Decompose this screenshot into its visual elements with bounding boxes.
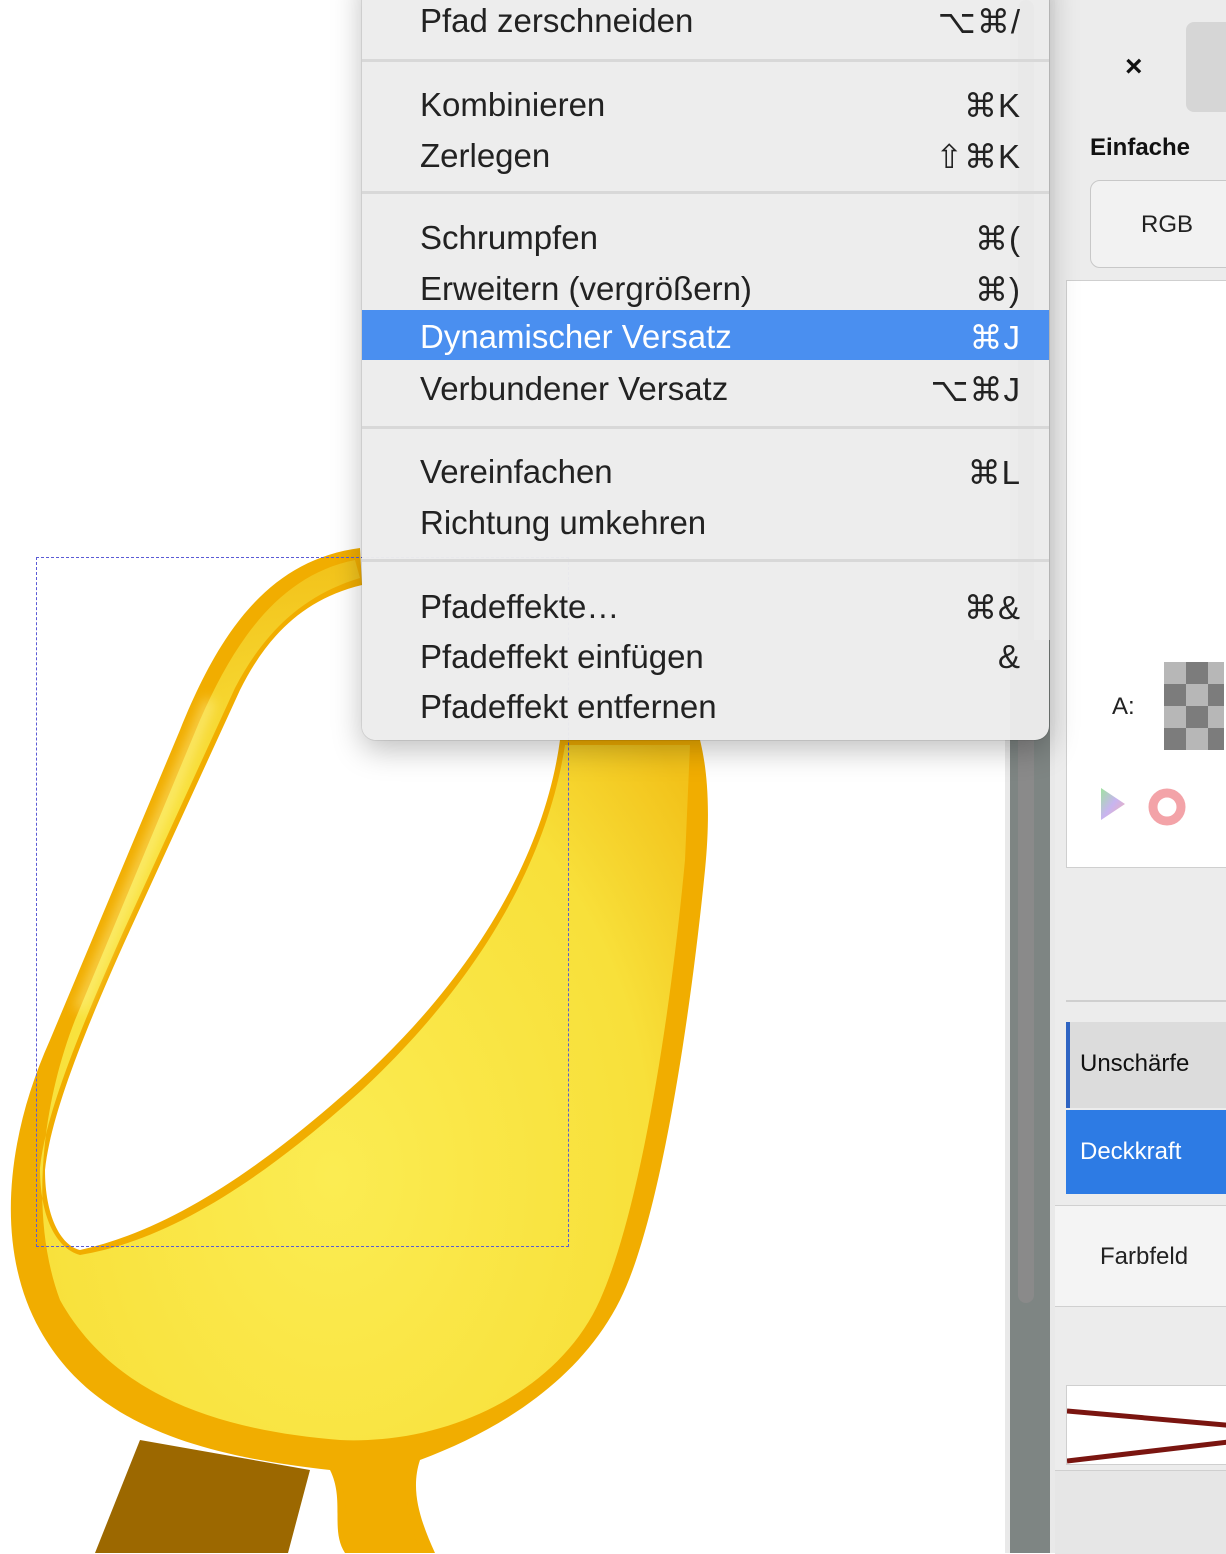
menu-item-label: Pfadeffekt entfernen	[420, 688, 717, 725]
menu-separator	[362, 59, 1049, 62]
dock-bottom-strip	[1055, 1470, 1226, 1554]
menu-item-reverse[interactable]: Richtung umkehren	[362, 496, 1049, 546]
menu-item-shortcut: ⌥⌘/	[937, 3, 1021, 40]
menu-item-shortcut: ⌘L	[967, 454, 1021, 491]
rgb-tab[interactable]: RGB	[1090, 180, 1226, 268]
menu-item-label: Kombinieren	[420, 86, 606, 123]
menu-item-combine[interactable]: Kombinieren ⌘K	[362, 78, 1049, 128]
menu-item-shortcut: ⌘K	[963, 87, 1021, 124]
close-icon[interactable]: ×	[1125, 50, 1143, 84]
menu-item-remove-path-effect[interactable]: Pfadeffekt entfernen	[362, 680, 1049, 730]
menu-item-label: Pfadeffekte…	[420, 588, 620, 625]
menu-item-path-effects[interactable]: Pfadeffekte… ⌘&	[362, 580, 1049, 630]
dock-divider	[1066, 1000, 1226, 1002]
menu-item-break-apart[interactable]: Zerlegen ⇧⌘K	[362, 129, 1049, 179]
menu-item-shortcut: ⇧⌘K	[935, 138, 1021, 175]
menu-item-simplify[interactable]: Vereinfachen ⌘L	[362, 445, 1049, 495]
menu-item-label: Erweitern (vergrößern)	[420, 270, 752, 307]
menu-item-shortcut: ⌘J	[969, 319, 1021, 356]
menu-item-label: Pfadeffekt einfügen	[420, 638, 704, 675]
menu-item-label: Schrumpfen	[420, 219, 598, 256]
color-picker-area[interactable]	[1066, 280, 1226, 868]
menu-item-label: Dynamischer Versatz	[420, 318, 732, 355]
no-paint-button[interactable]	[1186, 22, 1226, 112]
menu-item-shortcut: ⌘)	[975, 271, 1021, 308]
menu-separator	[362, 191, 1049, 194]
menu-item-label: Verbundener Versatz	[420, 370, 729, 407]
menu-separator	[362, 426, 1049, 429]
path-context-menu: Pfad zerschneiden ⌥⌘/ Kombinieren ⌘K Zer…	[362, 0, 1049, 740]
color-wheel-icon[interactable]	[1097, 784, 1127, 824]
menu-item-shortcut: ⌥⌘J	[930, 371, 1021, 408]
color-mode-label: Einfache	[1090, 134, 1191, 161]
menu-item-shortcut: ⌘&	[963, 589, 1021, 626]
menu-item-label: Zerlegen	[420, 137, 551, 174]
filter-opacity-item[interactable]: Deckkraft	[1066, 1110, 1226, 1194]
alpha-checker-swatch[interactable]	[1164, 662, 1224, 750]
menu-item-cut-path[interactable]: Pfad zerschneiden ⌥⌘/	[362, 0, 1049, 44]
menu-item-shortcut: &	[997, 638, 1021, 675]
menu-separator	[362, 559, 1049, 562]
filter-blur-item[interactable]: Unschärfe	[1066, 1022, 1226, 1108]
menu-item-shortcut: ⌘(	[975, 220, 1021, 257]
menu-item-paste-path-effect[interactable]: Pfadeffekt einfügen &	[362, 630, 1049, 680]
alpha-label: A:	[1112, 693, 1135, 720]
menu-item-outset[interactable]: Erweitern (vergrößern) ⌘)	[362, 262, 1049, 312]
menu-item-label: Vereinfachen	[420, 453, 613, 490]
menu-item-inset[interactable]: Schrumpfen ⌘(	[362, 211, 1049, 261]
menu-item-label: Richtung umkehren	[420, 504, 707, 541]
color-ring-icon[interactable]	[1147, 787, 1187, 827]
menu-item-linked-offset[interactable]: Verbundener Versatz ⌥⌘J	[362, 362, 1049, 412]
menu-item-dynamic-offset[interactable]: Dynamischer Versatz ⌘J	[362, 310, 1049, 360]
swatch-preview	[1066, 1385, 1226, 1465]
tab-swatches[interactable]: Farbfeld	[1100, 1243, 1188, 1271]
swatch-stroke-lines	[1067, 1408, 1226, 1464]
menu-item-label: Pfad zerschneiden	[420, 2, 694, 39]
